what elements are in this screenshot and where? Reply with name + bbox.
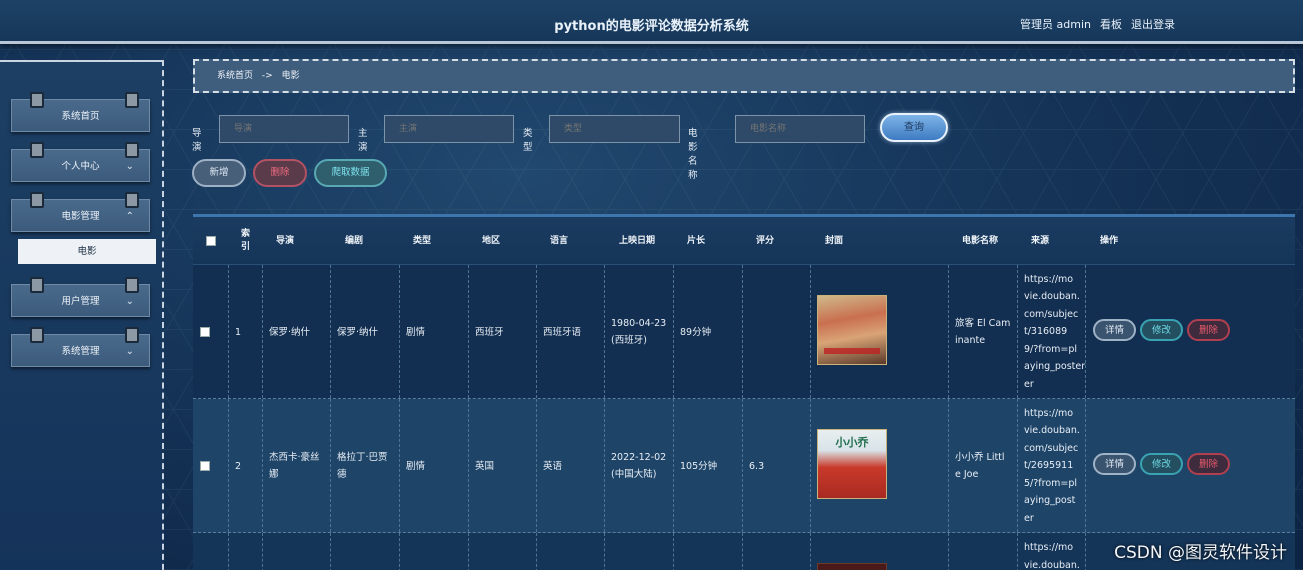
col-length: 片长 <box>687 235 706 246</box>
director-input[interactable] <box>219 115 349 143</box>
sidebar-item-users[interactable]: 用户管理 ⌄ <box>11 277 150 317</box>
director-label: 导演 <box>192 128 202 153</box>
chevron-down-icon: ⌄ <box>125 161 134 172</box>
poster-title: 小小乔 <box>835 436 869 449</box>
col-region: 地区 <box>482 235 501 246</box>
table-header: 索 引 导演 编剧 类型 地区 语言 上映日期 片长 评分 封面 电影名称 来源… <box>193 214 1295 265</box>
query-button[interactable]: 查询 <box>880 113 948 142</box>
board-link[interactable]: 看板 <box>1100 16 1122 32</box>
breadcrumb-separator: -> <box>261 71 273 81</box>
watermark: CSDN @图灵软件设计 <box>1114 543 1287 563</box>
col-actions: 操作 <box>1100 235 1119 246</box>
row-checkbox[interactable] <box>200 399 210 533</box>
sidebar-item-label: 用户管理 <box>61 296 100 307</box>
clip-icon <box>125 92 139 108</box>
cell-genre: 剧情 <box>406 326 426 338</box>
col-language: 语言 <box>550 235 569 246</box>
cell-writer: 保罗·纳什 <box>337 326 379 338</box>
clip-icon <box>30 277 44 293</box>
sidebar: 系统首页 个人中心 ⌄ 电影管理 ⌃ 电影 用户管理 ⌄ 系统管理 ⌄ <box>0 60 164 570</box>
edit-button[interactable]: 修改 <box>1140 453 1183 475</box>
movie-name-input[interactable] <box>735 115 865 143</box>
cell-length: 89分钟 <box>680 326 712 338</box>
breadcrumb-current: 电影 <box>281 71 300 81</box>
col-director: 导演 <box>276 235 295 246</box>
cell-movie-name: 旅客 El Cam inante <box>955 318 1011 346</box>
top-bar: python的电影评论数据分析系统 管理员 admin 看板 退出登录 <box>0 0 1303 44</box>
detail-button[interactable]: 详情 <box>1093 453 1136 475</box>
cell-source[interactable]: https://mo vie.douban. <box>1024 539 1080 570</box>
cell-director: 保罗·纳什 <box>269 326 311 338</box>
sidebar-item-home[interactable]: 系统首页 <box>11 92 150 132</box>
col-writer: 编剧 <box>345 235 364 246</box>
sidebar-subitem-movie[interactable]: 电影 <box>18 239 156 264</box>
select-all-checkbox[interactable] <box>206 217 216 265</box>
genre-label: 类型 <box>523 128 533 153</box>
sidebar-item-label: 个人中心 <box>61 161 100 172</box>
detail-button[interactable]: 详情 <box>1093 319 1136 341</box>
col-name: 电影名称 <box>962 235 999 246</box>
col-rating: 评分 <box>756 235 775 246</box>
sidebar-item-label: 系统首页 <box>61 111 100 122</box>
chevron-down-icon: ⌄ <box>125 346 134 357</box>
cell-language: 西班牙语 <box>543 326 582 338</box>
cell-release: 1980-04-23 (西班牙) <box>611 318 667 346</box>
genre-input[interactable] <box>549 115 680 143</box>
cell-rating: 6.3 <box>749 460 765 472</box>
clip-icon <box>30 327 44 343</box>
col-cover: 封面 <box>825 235 844 246</box>
delete-button[interactable]: 删除 <box>253 159 307 187</box>
row-delete-button[interactable]: 删除 <box>1187 453 1230 475</box>
clip-icon <box>30 192 44 208</box>
cell-language: 英语 <box>543 460 563 472</box>
col-source: 来源 <box>1031 235 1050 246</box>
movie-name-label: 电影名称 <box>688 128 698 181</box>
cell-source[interactable]: https://mo vie.douban. com/subjec t/2695… <box>1024 399 1080 533</box>
cell-release: 2022-12-02 (中国大陆) <box>611 452 667 480</box>
cell-writer: 格拉丁·巴贾 德 <box>337 452 388 480</box>
movie-poster-image[interactable]: 小小乔 <box>817 429 887 499</box>
star-input[interactable] <box>384 115 514 143</box>
col-genre: 类型 <box>413 235 432 246</box>
clip-icon <box>30 92 44 108</box>
cell-movie-name: 小小乔 Littl e Joe <box>955 452 1005 480</box>
cell-director: 杰西卡·豪丝 娜 <box>269 452 320 480</box>
cell-index: 1 <box>235 326 242 338</box>
chevron-down-icon: ⌄ <box>125 296 134 307</box>
sidebar-item-movie-management[interactable]: 电影管理 ⌃ <box>11 192 150 232</box>
chevron-up-icon: ⌃ <box>125 211 134 222</box>
cell-length: 105分钟 <box>680 460 718 472</box>
clip-icon <box>30 142 44 158</box>
logout-link[interactable]: 退出登录 <box>1131 16 1175 32</box>
table-row: 1 保罗·纳什 保罗·纳什 剧情 西班牙 西班牙语 1980-04-23 (西班… <box>193 265 1295 399</box>
sidebar-item-label: 电影管理 <box>61 211 100 222</box>
cell-source[interactable]: https://mo vie.douban. com/subjec t/3160… <box>1024 265 1085 399</box>
sidebar-item-system[interactable]: 系统管理 ⌄ <box>11 327 150 367</box>
row-delete-button[interactable]: 删除 <box>1187 319 1230 341</box>
sidebar-item-profile[interactable]: 个人中心 ⌄ <box>11 142 150 182</box>
cell-region: 西班牙 <box>475 326 504 338</box>
edit-button[interactable]: 修改 <box>1140 319 1183 341</box>
table-row: 2 杰西卡·豪丝 娜 格拉丁·巴贾 德 剧情 英国 英语 2022-12-02 … <box>193 399 1295 533</box>
breadcrumb-home[interactable]: 系统首页 <box>217 71 253 81</box>
col-release: 上映日期 <box>619 235 656 246</box>
breadcrumb: 系统首页 -> 电影 <box>193 59 1295 93</box>
movie-poster-image[interactable] <box>817 295 887 365</box>
cell-index: 2 <box>235 460 242 472</box>
cell-region: 英国 <box>475 460 495 472</box>
star-label: 主演 <box>358 128 368 153</box>
admin-label: 管理员 admin <box>1020 18 1091 31</box>
cell-genre: 剧情 <box>406 460 426 472</box>
row-checkbox[interactable] <box>200 265 210 399</box>
movie-poster-image[interactable] <box>817 563 887 570</box>
sidebar-item-label: 系统管理 <box>61 346 100 357</box>
crawl-data-button[interactable]: 爬取数据 <box>314 159 387 187</box>
add-button[interactable]: 新增 <box>192 159 246 187</box>
top-right-links: 管理员 admin 看板 退出登录 <box>1020 16 1175 32</box>
col-index: 索 引 <box>241 229 251 252</box>
